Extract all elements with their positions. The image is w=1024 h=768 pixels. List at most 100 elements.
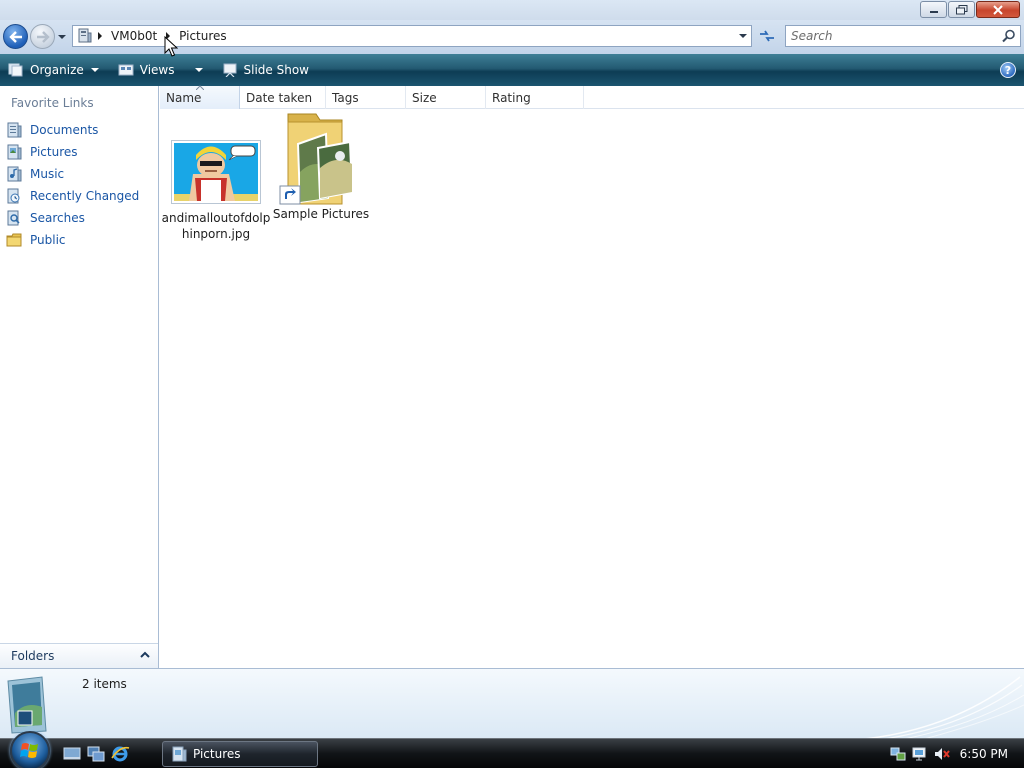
- favorite-link-recently-changed[interactable]: Recently Changed: [6, 185, 139, 207]
- address-dropdown-icon[interactable]: [737, 30, 749, 42]
- public-folder-icon: [6, 233, 22, 247]
- slideshow-button[interactable]: Slide Show: [217, 57, 314, 83]
- file-name-line: Sample Pictures: [272, 207, 370, 221]
- column-header-tags[interactable]: Tags: [326, 86, 406, 109]
- favorite-link-label: Public: [30, 233, 66, 247]
- volume-muted-icon[interactable]: [934, 746, 950, 762]
- explorer-window: VM0b0t Pictures Search Organize Views Sl…: [0, 0, 1024, 768]
- switch-windows-icon: [87, 746, 105, 762]
- column-header-size[interactable]: Size: [406, 86, 486, 109]
- breadcrumb-separator-icon[interactable]: [93, 28, 107, 44]
- maximize-button[interactable]: [948, 1, 975, 18]
- file-name-line: hinporn.jpg: [181, 227, 251, 241]
- display-settings-icon[interactable]: [912, 746, 928, 762]
- internet-explorer-button[interactable]: [110, 744, 130, 764]
- pictures-icon: [7, 144, 22, 160]
- sort-ascending-icon: [196, 85, 204, 90]
- views-label: Views: [139, 63, 175, 77]
- favorite-link-label: Music: [30, 167, 65, 181]
- favorite-link-label: Searches: [30, 211, 85, 225]
- show-desktop-button[interactable]: [62, 744, 82, 764]
- column-headers: Name Date taken Tags Size Rating: [160, 85, 1024, 109]
- file-list-pane[interactable]: Name Date taken Tags Size Rating andimal…: [160, 85, 1024, 668]
- slideshow-icon: [223, 63, 236, 77]
- column-header-label: Size: [412, 90, 437, 105]
- details-pane: 2 items: [0, 668, 1024, 738]
- column-header-name[interactable]: Name: [160, 85, 240, 109]
- switch-windows-button[interactable]: [86, 744, 106, 764]
- favorite-link-documents[interactable]: Documents: [6, 119, 139, 141]
- show-desktop-icon: [63, 747, 81, 760]
- searches-icon: [7, 210, 20, 226]
- favorite-link-label: Documents: [30, 123, 99, 137]
- favorite-link-label: Pictures: [30, 145, 78, 159]
- taskbar: Pictures 6:50 PM: [0, 731, 1024, 768]
- network-icon[interactable]: [890, 746, 906, 762]
- recently-changed-icon: [7, 188, 20, 204]
- search-icon[interactable]: [1002, 29, 1016, 43]
- taskbar-item-label: Pictures: [193, 747, 241, 761]
- address-row: VM0b0t Pictures: [0, 20, 1024, 54]
- chevron-down-icon: [90, 68, 99, 72]
- breadcrumb-pictures[interactable]: Pictures: [175, 29, 231, 43]
- favorite-link-label: Recently Changed: [30, 189, 140, 203]
- taskbar-item-pictures[interactable]: Pictures: [162, 741, 318, 767]
- organize-button[interactable]: Organize: [3, 57, 110, 83]
- file-name: Sample Pictures: [273, 206, 369, 222]
- views-button[interactable]: Views: [113, 57, 214, 83]
- column-header-label: Rating: [492, 90, 531, 105]
- column-header-label: Tags: [332, 90, 359, 105]
- favorite-link-public[interactable]: Public: [6, 229, 139, 251]
- close-icon: [993, 4, 1003, 15]
- search-input[interactable]: [791, 29, 991, 43]
- file-item-image[interactable]: andimalloutofdolp hinporn.jpg: [162, 140, 271, 242]
- slideshow-label: Slide Show: [243, 63, 309, 77]
- pictures-folder-icon: [279, 113, 354, 205]
- decorative-swoosh: [865, 676, 1024, 738]
- help-button[interactable]: ?: [1000, 62, 1016, 78]
- views-icon: [118, 64, 134, 76]
- favorite-link-music[interactable]: Music: [6, 163, 139, 185]
- system-tray: 6:50 PM: [890, 739, 1024, 768]
- image-thumbnail: [171, 140, 261, 204]
- minimize-button[interactable]: [920, 1, 947, 18]
- quick-launch: [62, 744, 134, 764]
- restore-icon: [955, 4, 967, 14]
- column-header-date-taken[interactable]: Date taken: [240, 86, 326, 109]
- organize-icon: [8, 63, 23, 77]
- title-bar[interactable]: [0, 0, 1024, 20]
- breadcrumb-vm0b0t[interactable]: VM0b0t: [107, 29, 161, 43]
- clock[interactable]: 6:50 PM: [960, 747, 1008, 761]
- explorer-window-icon: [172, 746, 187, 762]
- column-header-label: Name: [166, 90, 202, 105]
- folders-toggle[interactable]: Folders: [0, 643, 158, 668]
- start-button[interactable]: [10, 731, 50, 768]
- chevron-down-icon: [194, 68, 203, 72]
- item-count: 2 items: [82, 677, 127, 691]
- windows-logo-icon: [20, 743, 38, 758]
- computer-icon: [78, 28, 92, 43]
- folder-item-sample-pictures[interactable]: Sample Pictures: [272, 112, 370, 222]
- minimize-icon: [929, 10, 938, 13]
- close-button[interactable]: [976, 1, 1020, 18]
- refresh-button[interactable]: [755, 25, 779, 47]
- recent-pages-dropdown-icon[interactable]: [57, 32, 67, 42]
- forward-button[interactable]: [30, 24, 55, 49]
- folders-label: Folders: [11, 649, 55, 663]
- chevron-up-icon: [140, 651, 150, 658]
- documents-icon: [7, 122, 22, 138]
- favorite-link-pictures[interactable]: Pictures: [6, 141, 139, 163]
- file-name: andimalloutofdolp hinporn.jpg: [162, 210, 271, 242]
- arrow-right-icon: [36, 30, 50, 43]
- arrow-left-icon: [8, 30, 22, 43]
- favorite-link-searches[interactable]: Searches: [6, 207, 139, 229]
- command-bar: Organize Views Slide Show ?: [0, 54, 1024, 86]
- back-button[interactable]: [3, 24, 28, 49]
- refresh-icon: [760, 30, 774, 42]
- pictures-library-icon: [7, 676, 47, 734]
- column-header-label: Date taken: [246, 90, 313, 105]
- internet-explorer-icon: [111, 746, 130, 762]
- favorite-links-heading: Favorite Links: [11, 96, 94, 110]
- file-name-line: andimalloutofdolp: [161, 211, 271, 225]
- column-header-rating[interactable]: Rating: [486, 86, 584, 109]
